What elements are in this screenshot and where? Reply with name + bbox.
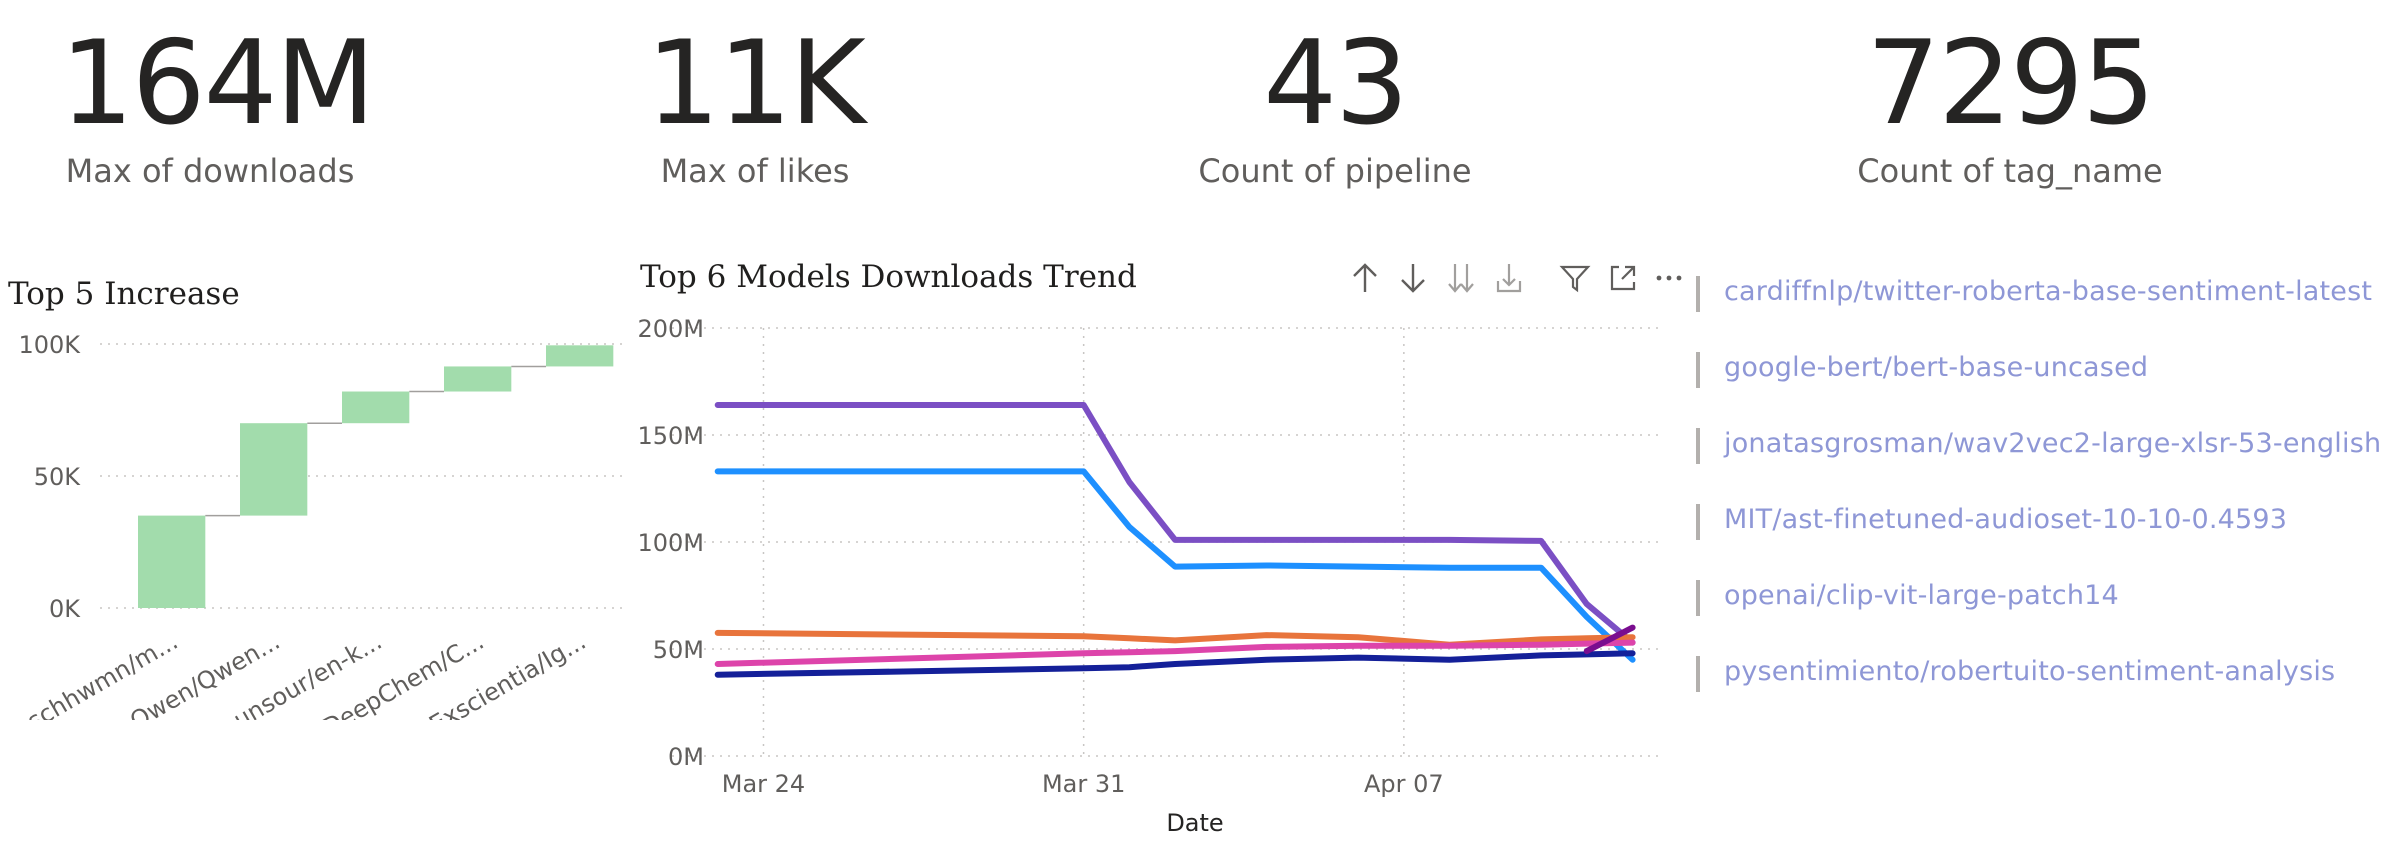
kpi-label: Max of downloads [65,152,355,190]
y-tick-label: 0K [49,595,81,623]
expand-all-down-icon[interactable] [1441,258,1481,298]
y-tick-label: 0M [668,743,704,771]
x-tick-label: Mar 31 [1042,770,1125,798]
kpi-value: 7295 [1866,16,2155,151]
legend-label: jonatasgrosman/wav2vec2-large-xlsr-53-en… [1724,428,2382,459]
kpi-label: Count of tag_name [1857,152,2163,190]
more-options-icon[interactable] [1649,258,1689,298]
kpi-value: 11K [646,16,866,151]
legend-label: openai/clip-vit-large-patch14 [1724,580,2119,611]
trend-chart-title: Top 6 Models Downloads Trend [640,259,1137,295]
kpi-label: Max of likes [660,152,850,190]
waterfall-bar [546,345,614,367]
waterfall-chart-title: Top 5 Increase [8,276,240,312]
waterfall-bar [444,366,512,392]
legend-marker [1696,276,1700,312]
legend-marker [1696,428,1700,464]
series-line [714,650,1636,678]
kpi-card-likes[interactable]: 11K Max of likes [640,16,870,191]
kpi-value: 43 [1263,16,1409,151]
kpi-card-pipeline[interactable]: 43 Count of pipeline [1195,16,1475,191]
kpi-card-tag-name[interactable]: 7295 Count of tag_name [1830,16,2190,191]
legend-marker [1696,656,1700,692]
series-line [714,639,1636,667]
legend-marker [1696,352,1700,388]
waterfall-bar [240,423,308,516]
x-axis-label: Date [1166,809,1223,837]
y-tick-label: 100K [18,331,81,359]
visual-toolbar [1345,258,1685,298]
legend-label: MIT/ast-finetuned-audioset-10-10-0.4593 [1724,504,2288,535]
y-tick-label: 150M [637,422,704,450]
legend-marker [1696,580,1700,616]
series-line [714,402,1636,646]
legend-marker [1696,504,1700,540]
legend-label: pysentimiento/robertuito-sentiment-analy… [1724,656,2336,687]
kpi-label: Count of pipeline [1198,152,1472,190]
drill-down-icon[interactable] [1489,258,1529,298]
y-tick-label: 50K [34,463,82,491]
waterfall-bar [138,515,206,608]
waterfall-bar [342,391,410,424]
kpi-card-downloads[interactable]: 164M Max of downloads [60,16,376,191]
kpi-value: 164M [60,16,376,151]
sort-down-icon[interactable] [1393,258,1433,298]
legend-label: google-bert/bert-base-uncased [1724,352,2149,383]
filter-icon[interactable] [1555,258,1595,298]
sort-up-icon[interactable] [1345,258,1385,298]
x-tick-label: Apr 07 [1364,770,1444,798]
trend-line-chart[interactable]: 0M 50M 100M 150M 200M Mar 24 Mar 31 Apr 07 Date [620,300,1690,840]
focus-mode-icon[interactable] [1603,258,1643,298]
x-tick-label: Mar 24 [722,770,805,798]
waterfall-chart[interactable]: 0K50K100Kschhwmn/m...Qwen/Qwen...eunsour… [0,320,630,720]
y-tick-label: 100M [637,529,704,557]
y-tick-label: 200M [637,315,704,343]
legend-label: cardiffnlp/twitter-roberta-base-sentimen… [1724,276,2373,307]
y-tick-label: 50M [653,636,704,664]
